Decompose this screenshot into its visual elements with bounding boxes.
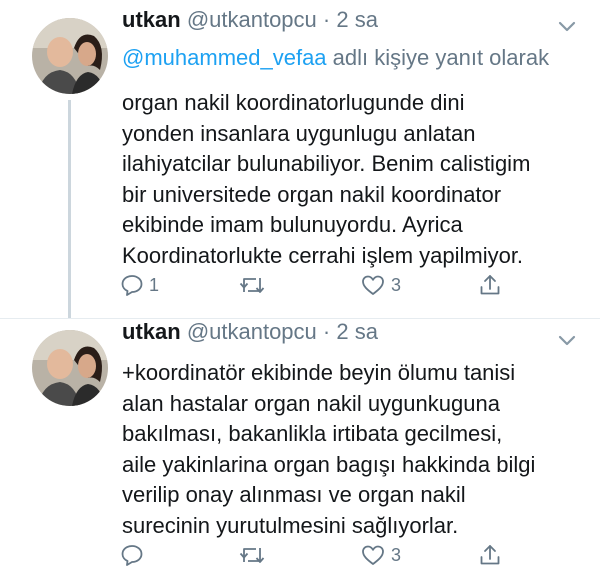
retweet-icon	[239, 548, 265, 563]
retweet-button[interactable]	[238, 270, 271, 300]
tweet-actions: 3	[120, 540, 520, 570]
reply-button[interactable]: 1	[120, 270, 159, 300]
like-button[interactable]: 3	[360, 270, 401, 300]
share-button[interactable]	[478, 540, 502, 570]
tweet-text-line: bir universitede organ nakil koordinator	[122, 181, 502, 207]
tweet-text-line: surecinin yurutulmesini sağlıyorlar.	[122, 512, 459, 538]
separator: ·	[322, 7, 331, 32]
tweet-actions: 1 3	[120, 270, 520, 300]
tweet-text-line: Koordinatorlukte cerrahi işlem yapilmiyo…	[122, 242, 524, 268]
like-count: 3	[391, 544, 402, 565]
reply-icon	[121, 275, 143, 296]
retweet-button[interactable]	[238, 540, 271, 570]
like-button[interactable]: 3	[360, 540, 401, 570]
tweet-text-line: yonden insanlara uygunlugu anlatan	[122, 120, 476, 146]
tweet-text-line: verilip onay alınması ve organ nakil	[122, 482, 466, 507]
reply-icon	[121, 545, 143, 566]
chevron-down-icon[interactable]	[558, 20, 576, 34]
separator: ·	[322, 319, 331, 344]
tweet-text: +koordinatör ekibinde beyin ölumu tanisi…	[122, 358, 582, 541]
heart-icon	[362, 275, 384, 295]
avatar[interactable]	[32, 18, 108, 94]
reply-mention-link[interactable]: @muhammed_vefaa	[122, 45, 327, 70]
tweet-text-line: alan hastalar organ nakil uygunkuguna	[122, 390, 500, 416]
reply-count: 1	[149, 274, 160, 295]
tweet-text-line: aile yakinlarina organ bagışı hakkinda b…	[122, 451, 536, 477]
chevron-down-icon[interactable]	[558, 334, 576, 348]
tweet-header: utkan @utkantopcu · 2 sa	[122, 318, 378, 346]
display-name[interactable]: utkan	[122, 319, 181, 344]
avatar[interactable]	[32, 330, 108, 406]
timestamp[interactable]: 2 sa	[336, 7, 378, 32]
tweet-text: organ nakil koordinatorlugunde dini yond…	[122, 88, 582, 271]
share-icon	[480, 275, 500, 295]
display-name[interactable]: utkan	[122, 7, 181, 32]
tweet-text-line: +koordinatör ekibinde beyin ölumu tanisi	[122, 360, 516, 385]
share-button[interactable]	[478, 270, 502, 300]
username[interactable]: @utkantopcu	[187, 7, 317, 32]
tweet-text-line: organ nakil koordinatorlugunde dini	[122, 90, 465, 115]
reply-context-text: adlı kişiye yanıt olarak	[332, 45, 550, 70]
username[interactable]: @utkantopcu	[187, 319, 317, 344]
reply-context: @muhammed_vefaa adlı kişiye yanıt olarak	[122, 44, 549, 72]
thread-line	[68, 100, 71, 318]
like-count: 3	[391, 274, 402, 295]
reply-button[interactable]	[120, 540, 149, 570]
tweet-text-line: ekibinde imam bulunuyordu. Ayrica	[122, 212, 463, 237]
share-icon	[480, 545, 500, 565]
heart-icon	[362, 545, 384, 565]
retweet-icon	[239, 278, 265, 293]
tweet-text-line: ilahiyatcilar bulunabiliyor. Benim calis…	[122, 151, 531, 176]
tweet-header: utkan @utkantopcu · 2 sa	[122, 6, 378, 34]
tweet[interactable]: utkan @utkantopcu · 2 sa +koordinatör ek…	[0, 318, 600, 576]
timestamp[interactable]: 2 sa	[336, 319, 378, 344]
tweet[interactable]: utkan @utkantopcu · 2 sa @muhammed_vefaa…	[0, 0, 600, 318]
tweet-text-line: bakılması, bakanlikla irtibata gecilmesi…	[122, 421, 503, 446]
